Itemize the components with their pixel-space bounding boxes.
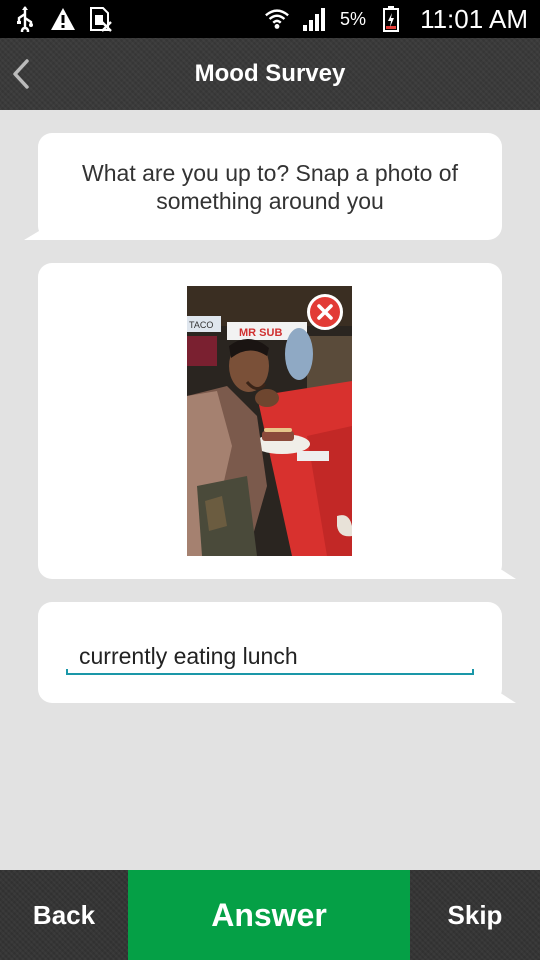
status-bar: 5% 11:01 AM — [0, 0, 540, 38]
no-sim-icon — [88, 6, 114, 32]
status-time: 11:01 AM — [420, 3, 528, 34]
close-icon[interactable] — [307, 294, 343, 330]
question-text: What are you up to? Snap a photo of some… — [82, 159, 458, 214]
signal-icon — [302, 6, 328, 32]
usb-icon — [12, 6, 38, 32]
warning-icon — [50, 6, 76, 32]
app-bar: Mood Survey — [0, 38, 540, 110]
page-title: Mood Survey — [194, 60, 346, 87]
answer-button[interactable]: Answer — [128, 870, 410, 960]
back-button[interactable]: Back — [0, 870, 128, 960]
sign-taco-text: TACO — [189, 320, 213, 330]
status-right-icons: 5% 11:01 AM — [264, 4, 528, 35]
sign-mrsub-text: MR SUB — [239, 327, 282, 339]
answer-input-underline — [66, 669, 474, 675]
chevron-left-icon[interactable] — [6, 56, 36, 92]
battery-percent: 5% — [340, 8, 367, 29]
skip-button[interactable]: Skip — [410, 870, 540, 960]
status-left-icons — [12, 6, 114, 32]
question-bubble: What are you up to? Snap a photo of some… — [38, 133, 502, 240]
battery-icon — [378, 6, 404, 32]
wifi-icon — [264, 6, 290, 32]
bottom-action-bar: Back Answer Skip — [0, 870, 540, 960]
